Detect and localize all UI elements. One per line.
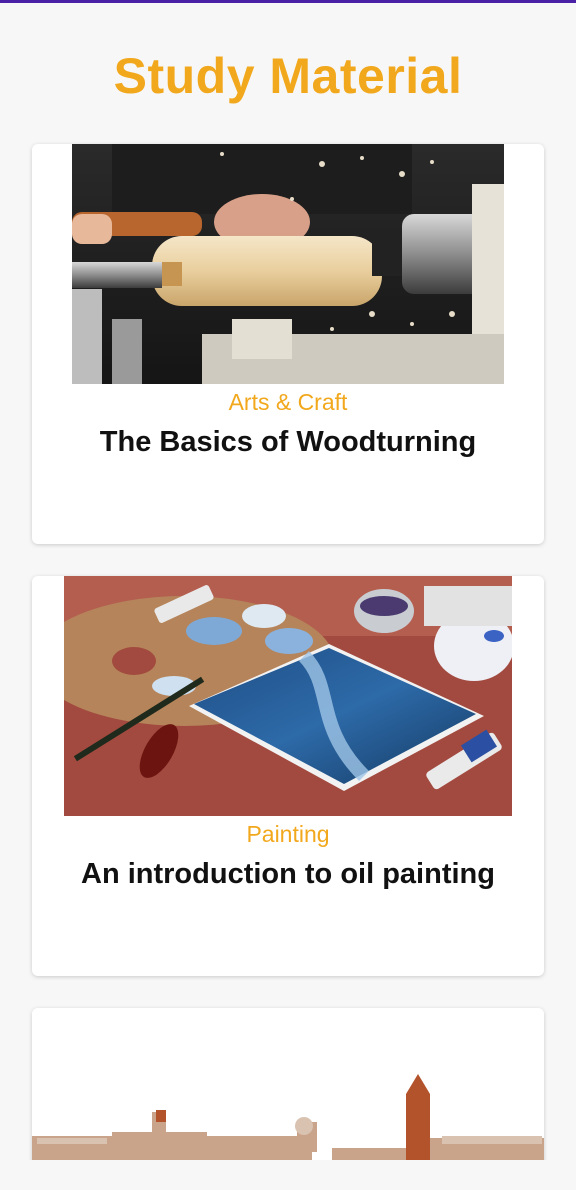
course-category: Painting	[246, 821, 330, 847]
page-title: Study Material	[113, 48, 463, 104]
course-title: An introduction to oil painting	[81, 858, 495, 890]
course-card[interactable]: Painting An introduction to oil painting	[32, 576, 544, 976]
course-card[interactable]: Arts & Craft The Basics of Woodturning	[32, 144, 544, 544]
status-bar-accent	[0, 0, 576, 3]
course-image-city-skyline	[32, 1008, 544, 1168]
course-title: The Basics of Woodturning	[99, 426, 477, 458]
bottom-edge	[0, 1160, 576, 1190]
course-card[interactable]	[32, 1008, 544, 1168]
course-category: Arts & Craft	[228, 389, 348, 415]
course-image-oil-painting	[64, 576, 512, 816]
course-image-woodturning	[72, 144, 504, 384]
